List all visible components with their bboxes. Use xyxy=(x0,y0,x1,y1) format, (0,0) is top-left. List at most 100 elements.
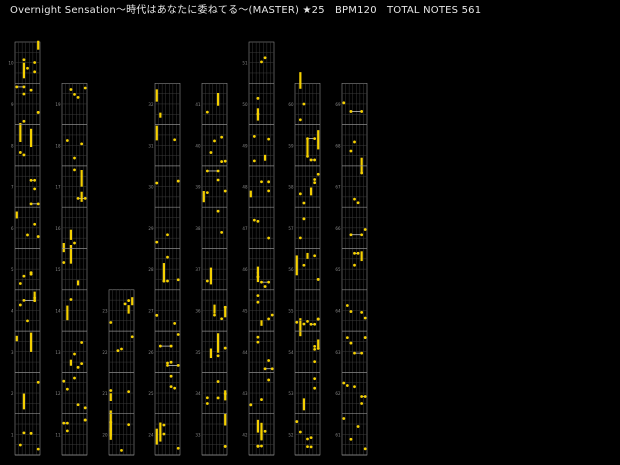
tap-note xyxy=(313,137,317,141)
measure-number-label: 63 xyxy=(335,350,341,355)
tap-note xyxy=(73,156,76,160)
tap-note xyxy=(356,425,360,428)
hold-note xyxy=(317,339,320,348)
hold-note xyxy=(15,211,18,219)
tap-note xyxy=(306,437,309,441)
hold-note xyxy=(15,335,18,342)
measure-number-label: 25 xyxy=(148,391,154,396)
tap-note xyxy=(360,402,364,405)
tap-note xyxy=(213,139,216,143)
tap-note xyxy=(313,158,317,162)
tap-note xyxy=(73,352,76,356)
tap-note xyxy=(298,192,302,196)
tap-note xyxy=(267,236,271,240)
tap-note xyxy=(33,187,37,191)
measure-number-label: 52 xyxy=(288,432,294,437)
tap-note xyxy=(270,313,274,317)
measure-number-label: 67 xyxy=(335,185,341,190)
tap-note xyxy=(36,380,40,384)
hold-note xyxy=(162,263,166,282)
hold-note xyxy=(155,89,158,102)
tap-note xyxy=(176,333,180,336)
measure-number-label: 35 xyxy=(195,350,201,355)
tap-note xyxy=(205,396,209,400)
tap-note xyxy=(223,346,227,350)
tap-note xyxy=(205,169,209,173)
tap-note xyxy=(18,282,22,285)
tap-note xyxy=(260,280,263,284)
tap-note xyxy=(33,298,37,302)
tap-note xyxy=(263,285,267,288)
tap-note xyxy=(316,172,320,176)
tap-note xyxy=(36,235,40,238)
measure-number-label: 15 xyxy=(55,267,61,272)
tap-note xyxy=(216,380,220,383)
hold-note xyxy=(209,348,213,359)
measure-number-label: 42 xyxy=(242,432,248,437)
tap-note xyxy=(363,447,367,451)
measure-number-label: 3 xyxy=(11,350,14,355)
tap-note xyxy=(349,110,353,113)
tap-note xyxy=(309,445,313,449)
tap-note xyxy=(22,119,26,123)
measure-number-label: 34 xyxy=(195,391,201,396)
tap-note xyxy=(295,420,299,423)
tap-note xyxy=(353,251,356,255)
tap-note xyxy=(176,446,180,450)
tap-note xyxy=(176,363,180,367)
tap-note xyxy=(33,222,37,226)
tap-note xyxy=(80,362,84,366)
measure-number-label: 12 xyxy=(55,391,61,396)
tap-note xyxy=(353,351,356,355)
tap-note xyxy=(33,178,37,182)
tap-note xyxy=(298,430,302,434)
hold-note xyxy=(256,108,260,121)
tap-note xyxy=(166,233,169,237)
measure-number-label: 48 xyxy=(242,185,248,190)
tap-note xyxy=(267,189,271,193)
tap-note xyxy=(313,348,317,351)
hold-note xyxy=(159,422,162,442)
hold-note xyxy=(19,122,22,142)
tap-note xyxy=(123,302,127,306)
tap-note xyxy=(205,191,209,195)
score-chart: 1234567891011121314151617181920212223242… xyxy=(8,40,368,456)
measure-number-label: 33 xyxy=(195,432,201,437)
tap-note xyxy=(22,274,26,278)
tap-note xyxy=(29,271,33,275)
measure-number-label: 24 xyxy=(148,432,154,437)
tap-note xyxy=(345,304,349,307)
tap-note xyxy=(302,201,306,205)
tap-note xyxy=(29,202,33,206)
tap-note xyxy=(349,341,353,345)
hold-note xyxy=(260,320,263,326)
measure-number-label: 46 xyxy=(242,267,248,272)
tap-note xyxy=(363,316,367,320)
hold-note xyxy=(22,393,26,410)
tap-note xyxy=(216,169,220,173)
tap-note xyxy=(109,420,113,424)
tap-note xyxy=(216,396,220,400)
tap-note xyxy=(356,251,360,255)
measure-number-label: 61 xyxy=(335,432,341,437)
tap-note xyxy=(256,96,260,100)
tap-note xyxy=(309,322,313,326)
measure-number-label: 11 xyxy=(55,432,61,437)
tap-note xyxy=(260,60,263,64)
tap-note xyxy=(127,423,131,427)
hold-note xyxy=(309,187,313,196)
hold-note xyxy=(263,154,267,161)
tap-note xyxy=(166,361,169,365)
measure-number-label: 57 xyxy=(288,226,294,231)
tap-note xyxy=(349,437,353,441)
hold-note xyxy=(216,92,220,106)
tap-note xyxy=(62,261,66,264)
tap-note xyxy=(316,347,320,350)
hold-note xyxy=(224,413,227,426)
tap-note xyxy=(65,387,69,391)
measure-number-label: 14 xyxy=(55,308,61,313)
measure-number-label: 55 xyxy=(288,308,294,313)
tap-note xyxy=(256,340,260,344)
measure-number-label: 6 xyxy=(11,226,14,231)
tap-note xyxy=(216,178,220,182)
